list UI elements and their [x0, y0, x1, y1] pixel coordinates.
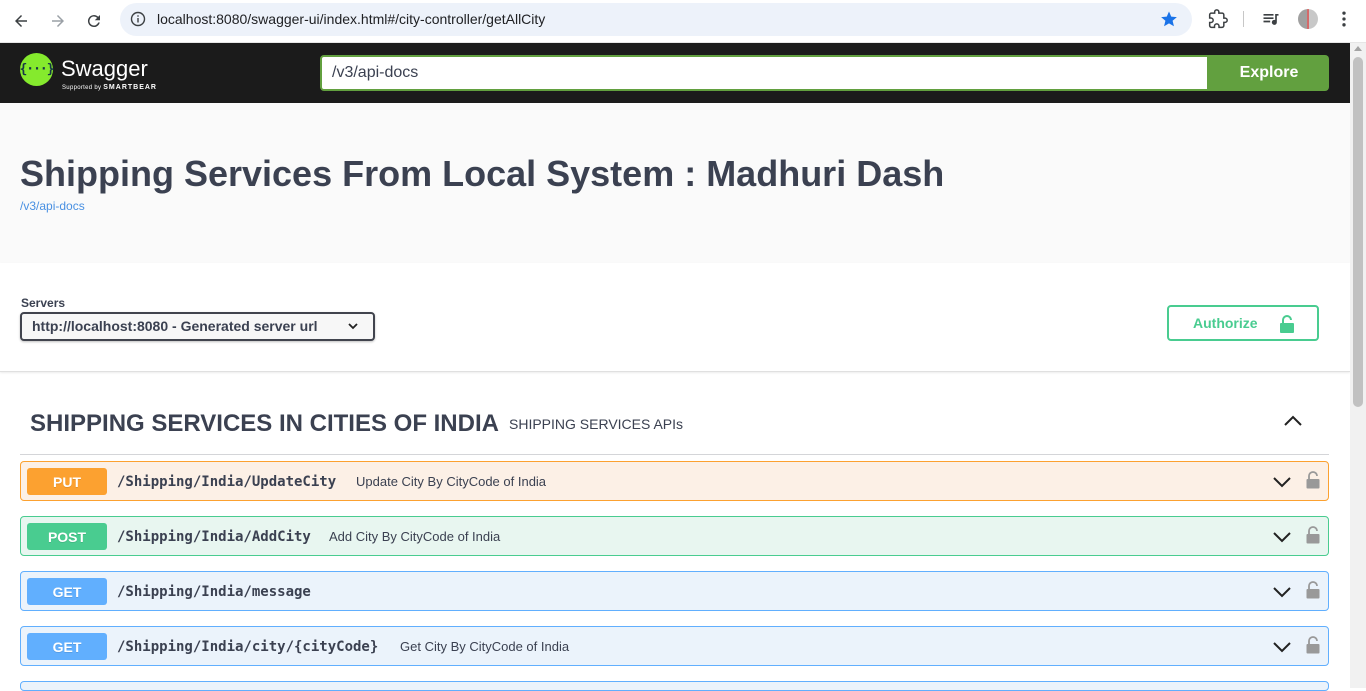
chevron-down-icon[interactable]: [1272, 585, 1292, 599]
chevron-up-icon[interactable]: [1283, 414, 1303, 428]
explore-button[interactable]: Explore: [1209, 55, 1329, 91]
method-badge: GET: [27, 633, 107, 660]
scroll-up-arrow-icon[interactable]: [1354, 46, 1362, 51]
unlock-icon: [1280, 315, 1294, 333]
operation-summary: Get City By CityCode of India: [400, 639, 570, 654]
chevron-down-icon: [348, 323, 358, 330]
operation-path: /Shipping/India/UpdateCity: [117, 474, 337, 490]
chevron-down-icon[interactable]: [1272, 530, 1292, 544]
operation-summary: Update City By CityCode of India: [356, 474, 547, 489]
operation-path: /Shipping/India/city/{cityCode}: [117, 639, 379, 655]
operation-post-addcity[interactable]: POST /Shipping/India/AddCity Add City By…: [20, 516, 1329, 556]
swagger-topbar: {···} Swagger Supported by SMARTBEAR /v3…: [0, 43, 1350, 103]
servers-label: Servers: [21, 296, 66, 310]
lock-icon[interactable]: [1306, 526, 1320, 544]
chevron-down-icon[interactable]: [1272, 475, 1292, 489]
swagger-logo-sub: Supported by SMARTBEAR: [62, 84, 157, 91]
api-info: Shipping Services From Local System : Ma…: [0, 103, 1350, 263]
forward-icon[interactable]: [45, 8, 71, 34]
reload-icon[interactable]: [81, 8, 107, 34]
servers-selected-value: http://localhost:8080 - Generated server…: [32, 318, 318, 334]
bookmark-star-icon[interactable]: [1160, 10, 1178, 28]
logo-sub-brand: SMARTBEAR: [103, 84, 157, 91]
profile-avatar[interactable]: [1298, 9, 1318, 29]
method-badge: PUT: [27, 468, 107, 495]
swagger-logo-icon[interactable]: {···}: [19, 53, 55, 86]
authorize-button[interactable]: Authorize: [1167, 305, 1319, 341]
operation-path: /Shipping/India/AddCity: [117, 529, 311, 545]
tag-section-header[interactable]: SHIPPING SERVICES IN CITIES OF INDIA SHI…: [20, 396, 1329, 455]
toolbar-divider: [1243, 11, 1244, 27]
back-icon[interactable]: [8, 8, 34, 34]
browser-toolbar: localhost:8080/swagger-ui/index.html#/ci…: [0, 0, 1366, 43]
servers-select[interactable]: http://localhost:8080 - Generated server…: [20, 312, 375, 341]
operation-next-partial[interactable]: [20, 681, 1329, 691]
lock-icon[interactable]: [1306, 581, 1320, 599]
spec-url-input[interactable]: /v3/api-docs: [320, 55, 1209, 91]
scheme-container: Servers http://localhost:8080 - Generate…: [0, 263, 1350, 372]
operation-path: /Shipping/India/message: [117, 584, 311, 600]
operation-summary: Add City By CityCode of India: [329, 529, 501, 544]
operation-get-city-by-code[interactable]: GET /Shipping/India/city/{cityCode} Get …: [20, 626, 1329, 666]
operation-put-updatecity[interactable]: PUT /Shipping/India/UpdateCity Update Ci…: [20, 461, 1329, 501]
page-title: Shipping Services From Local System : Ma…: [20, 153, 945, 194]
media-control-icon[interactable]: [1261, 9, 1281, 29]
site-info-icon[interactable]: [130, 11, 146, 27]
extensions-icon[interactable]: [1208, 9, 1228, 29]
method-badge: POST: [27, 523, 107, 550]
address-url[interactable]: localhost:8080/swagger-ui/index.html#/ci…: [157, 11, 545, 27]
authorize-label: Authorize: [1193, 315, 1258, 331]
lock-icon[interactable]: [1306, 636, 1320, 654]
scroll-thumb[interactable]: [1353, 57, 1363, 407]
chevron-down-icon[interactable]: [1272, 640, 1292, 654]
swagger-logo-text[interactable]: Swagger: [61, 56, 148, 82]
address-bar[interactable]: localhost:8080/swagger-ui/index.html#/ci…: [120, 3, 1192, 36]
operation-get-message[interactable]: GET /Shipping/India/message: [20, 571, 1329, 611]
page-scrollbar[interactable]: [1350, 43, 1366, 688]
method-badge: GET: [27, 578, 107, 605]
tag-name: SHIPPING SERVICES IN CITIES OF INDIA: [30, 410, 499, 437]
more-menu-icon[interactable]: [1334, 9, 1354, 29]
spec-link[interactable]: /v3/api-docs: [20, 199, 85, 213]
lock-icon[interactable]: [1306, 471, 1320, 489]
tag-description: SHIPPING SERVICES APIs: [509, 416, 684, 432]
logo-sub-prefix: Supported by: [62, 85, 102, 91]
